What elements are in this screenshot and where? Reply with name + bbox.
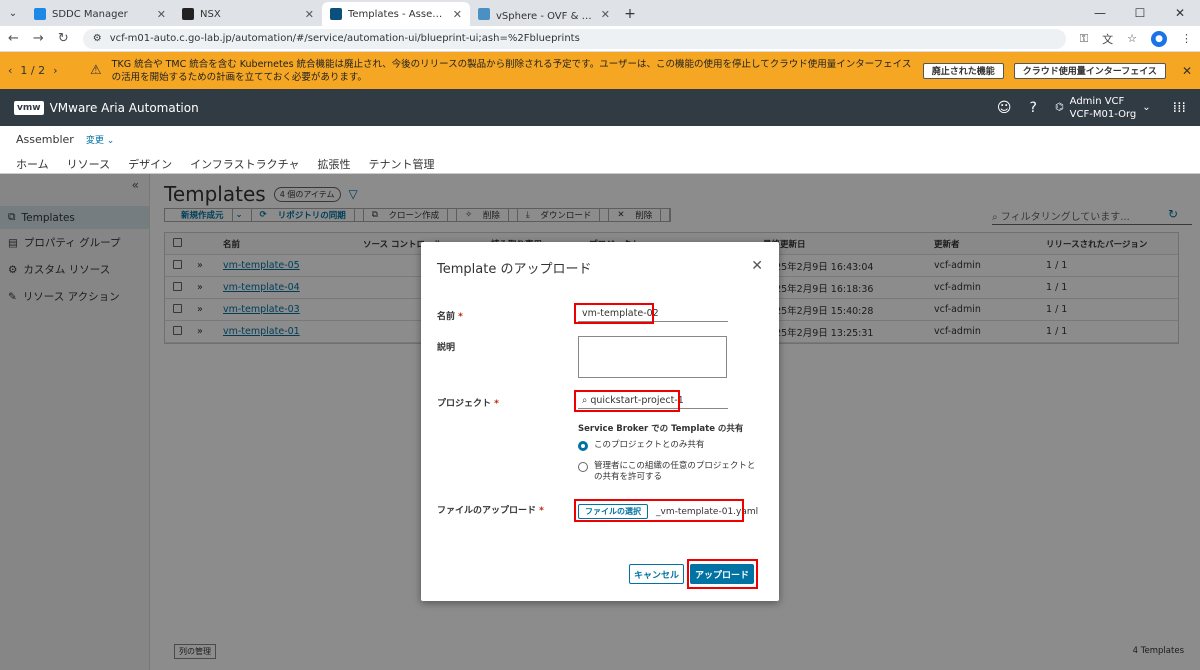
- pager-text: 1 / 2: [20, 64, 46, 77]
- radio-label: このプロジェクトとのみ共有: [594, 440, 705, 450]
- service-name: Assembler: [16, 133, 74, 146]
- cloud-consumption-button[interactable]: クラウド使用量インターフェイス: [1013, 62, 1166, 79]
- change-label: 変更: [85, 136, 104, 146]
- deprecation-banner: ‹ 1 / 2 › ⚠ TKG 統合や TMC 統合を含む Kubernetes…: [0, 52, 1200, 89]
- app-header: vmw VMware Aria Automation ☺ ? ⌬ Admin V…: [0, 89, 1200, 126]
- url-text: vcf-m01-auto.c.go-lab.jp/automation/#/se…: [109, 33, 580, 44]
- project-label: プロジェクト *: [437, 399, 499, 409]
- user-org: VCF-M01-Org: [1069, 108, 1137, 120]
- site-info-icon[interactable]: ⚙: [93, 33, 102, 44]
- sddc-favicon-icon: [34, 8, 46, 20]
- user-menu[interactable]: ⌬ Admin VCF VCF-M01-Org ⌄: [1055, 95, 1151, 121]
- share-project-only-radio[interactable]: このプロジェクトとのみ共有: [578, 440, 704, 451]
- description-textarea[interactable]: [578, 336, 727, 378]
- password-key-icon[interactable]: ⚿: [1080, 32, 1088, 46]
- profile-avatar-icon[interactable]: ●: [1151, 30, 1167, 47]
- browser-tabstrip: ⌄ SDDC Manager✕ NSX✕ Templates - Assembl…: [0, 0, 1200, 26]
- service-switcher: Assembler 変更 ⌄: [16, 133, 114, 146]
- share-any-project-radio[interactable]: 管理者にこの組織の任意のプロジェクトとの共有を許可する: [578, 461, 758, 483]
- forward-icon[interactable]: →: [33, 31, 44, 46]
- vsphere-favicon-icon: [478, 8, 490, 20]
- close-window-icon[interactable]: ✕: [1160, 0, 1200, 26]
- window-controls: — ☐ ✕: [1080, 0, 1200, 26]
- dialog-title: Template のアップロード: [437, 262, 592, 277]
- app-launcher-grid-icon[interactable]: ⁞⁞⁞: [1173, 100, 1186, 116]
- file-upload-label: ファイルのアップロード *: [437, 506, 544, 516]
- app-title: VMware Aria Automation: [49, 100, 199, 115]
- prev-chevron-icon[interactable]: ‹: [8, 64, 12, 77]
- banner-message: TKG 統合や TMC 統合を含む Kubernetes 統合機能は廃止され、今…: [111, 58, 912, 83]
- close-icon[interactable]: ✕: [751, 258, 763, 274]
- minimize-icon[interactable]: —: [1080, 0, 1120, 26]
- aria-favicon-icon: [330, 8, 342, 20]
- browser-menu-icon[interactable]: ⋮: [1181, 32, 1192, 45]
- bookmark-star-icon[interactable]: ☆: [1127, 32, 1137, 45]
- highlight-box: [574, 390, 680, 412]
- service-nav: Assembler 変更 ⌄ ホーム リソース デザイン インフラストラクチャ …: [0, 126, 1200, 178]
- help-icon[interactable]: ?: [1030, 100, 1037, 116]
- url-field[interactable]: ⚙ vcf-m01-auto.c.go-lab.jp/automation/#/…: [82, 28, 1066, 49]
- cancel-button[interactable]: キャンセル: [629, 564, 684, 584]
- new-tab-icon[interactable]: +: [618, 2, 642, 26]
- deprecated-features-button[interactable]: 廃止された機能: [922, 62, 1004, 79]
- browser-tab[interactable]: vSphere - OVF & OVA テンプレー✕: [470, 2, 618, 26]
- browser-tab-active[interactable]: Templates - Assembler✕: [322, 2, 470, 26]
- file-upload-label-text: ファイルのアップロード: [437, 506, 537, 516]
- translate-icon[interactable]: 文: [1102, 31, 1113, 47]
- share-label: Service Broker での Template の共有: [578, 424, 744, 434]
- description-label: 説明: [437, 343, 456, 353]
- project-label-text: プロジェクト: [437, 399, 492, 409]
- close-tab-icon[interactable]: ✕: [453, 8, 462, 21]
- close-tab-icon[interactable]: ✕: [305, 8, 314, 21]
- feedback-smiley-icon[interactable]: ☺: [997, 100, 1012, 116]
- chevron-down-icon: ⌄: [1142, 102, 1151, 113]
- radio-selected: [578, 441, 588, 451]
- change-service-link[interactable]: 変更 ⌄: [86, 133, 114, 146]
- highlight-box: [574, 303, 654, 324]
- radio-label: 管理者にこの組織の任意のプロジェクトとの共有を許可する: [594, 461, 756, 482]
- tab-search-icon[interactable]: ⌄: [0, 0, 26, 26]
- highlight-box: [574, 499, 744, 522]
- maximize-icon[interactable]: ☐: [1120, 0, 1160, 26]
- banner-close-icon[interactable]: ✕: [1182, 64, 1192, 78]
- nsx-favicon-icon: [182, 8, 194, 20]
- radio-unselected: [578, 462, 588, 472]
- user-name: Admin VCF: [1069, 95, 1125, 107]
- vmware-logo: vmw: [14, 100, 44, 115]
- close-tab-icon[interactable]: ✕: [601, 8, 610, 21]
- address-bar: ← → ↻ ⚙ vcf-m01-auto.c.go-lab.jp/automat…: [0, 26, 1200, 52]
- banner-pager: ‹ 1 / 2 ›: [8, 64, 80, 77]
- name-label: 名前 *: [437, 312, 463, 322]
- org-icon: ⌬: [1054, 102, 1064, 113]
- back-icon[interactable]: ←: [8, 31, 19, 46]
- close-tab-icon[interactable]: ✕: [157, 8, 166, 21]
- reload-icon[interactable]: ↻: [58, 31, 69, 46]
- next-chevron-icon[interactable]: ›: [53, 64, 57, 77]
- name-label-text: 名前: [437, 312, 456, 322]
- warning-icon: ⚠: [90, 63, 102, 78]
- upload-template-dialog: Template のアップロード ✕ 名前 * vm-template-02 説…: [421, 242, 779, 601]
- browser-tab[interactable]: SDDC Manager ✕: [26, 2, 174, 26]
- highlight-box: [687, 559, 758, 589]
- browser-tab[interactable]: NSX ✕: [174, 2, 322, 26]
